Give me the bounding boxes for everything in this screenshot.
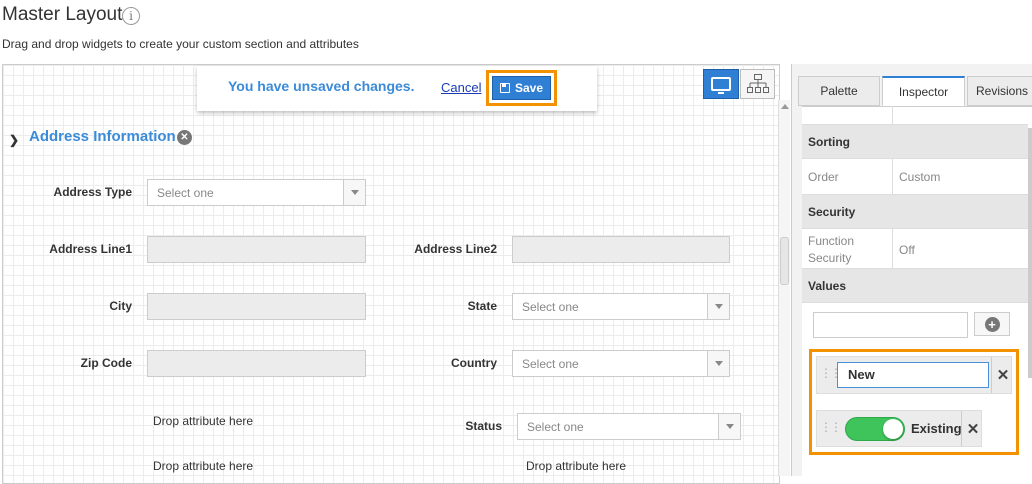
function-security-key-line1: Function: [808, 234, 855, 248]
tab-inspector[interactable]: Inspector: [882, 76, 965, 106]
drop-zone[interactable]: Drop attribute here: [153, 414, 253, 428]
canvas-scrollbar[interactable]: [778, 100, 790, 476]
unsaved-message: You have unsaved changes.: [228, 78, 415, 94]
function-security-row[interactable]: Function Security Off: [802, 229, 1028, 269]
values-highlight: ⋮⋮ New ✕ ⋮⋮ Existing ✕: [809, 349, 1019, 455]
drop-zone[interactable]: Drop attribute here: [153, 459, 253, 473]
save-highlight: Save: [486, 70, 557, 106]
tree-view-button[interactable]: [740, 69, 775, 99]
unsaved-changes-bar: You have unsaved changes. Cancel Save: [197, 66, 597, 111]
scrollbar-thumb[interactable]: [780, 237, 789, 285]
dropdown-caret-icon: [343, 180, 365, 205]
city-label: City: [109, 299, 132, 313]
collapse-chevron-icon[interactable]: ❯: [9, 133, 19, 147]
state-label: State: [467, 299, 497, 313]
add-value-button[interactable]: +: [974, 312, 1010, 336]
zip-code-label: Zip Code: [80, 356, 132, 370]
order-key: Order: [808, 170, 839, 184]
address-type-select[interactable]: Select one: [147, 179, 366, 206]
toggle-knob: [883, 419, 903, 439]
save-label: Save: [514, 81, 544, 95]
remove-value-icon[interactable]: ✕: [961, 420, 985, 438]
tab-revisions[interactable]: Revisions: [967, 76, 1032, 106]
city-input[interactable]: [147, 293, 366, 320]
function-security-key-line2: Security: [808, 251, 852, 265]
scroll-up-arrow-icon[interactable]: [781, 104, 789, 109]
row-divider: [892, 229, 893, 268]
monitor-icon: [711, 77, 731, 94]
sorting-heading: Sorting: [802, 125, 1028, 159]
row-divider: [892, 106, 893, 124]
cancel-link[interactable]: Cancel: [441, 80, 481, 95]
remove-section-icon[interactable]: ✕: [177, 130, 192, 145]
order-row[interactable]: Order Custom: [802, 159, 1028, 195]
values-heading: Values: [802, 269, 1028, 303]
function-security-value[interactable]: Off: [899, 243, 915, 257]
value-label: Existing: [911, 421, 962, 436]
section-title[interactable]: Address Information: [29, 128, 176, 145]
country-label: Country: [451, 356, 497, 370]
panel-scrollbar[interactable]: [1028, 128, 1032, 378]
value-edit-input[interactable]: New: [837, 362, 989, 388]
new-value-input[interactable]: [813, 312, 968, 338]
security-heading: Security: [802, 195, 1028, 229]
status-label: Status: [465, 419, 502, 433]
address-line2-label: Address Line2: [414, 242, 497, 256]
country-placeholder: Select one: [522, 357, 579, 371]
enabled-toggle[interactable]: [845, 417, 905, 441]
row-divider: [892, 159, 893, 194]
address-line1-label: Address Line1: [49, 242, 132, 256]
address-type-label: Address Type: [53, 185, 132, 199]
floppy-disk-icon: [499, 83, 510, 93]
dropdown-caret-icon: [707, 351, 729, 376]
address-type-placeholder: Select one: [157, 186, 214, 200]
dropdown-caret-icon: [718, 414, 740, 439]
desktop-view-button[interactable]: [703, 69, 739, 99]
state-select[interactable]: Select one: [512, 293, 730, 320]
info-icon[interactable]: i: [122, 7, 140, 25]
address-line2-input[interactable]: [512, 236, 730, 263]
page-title: Master Layout: [2, 4, 123, 25]
sitemap-icon: [746, 74, 769, 93]
status-placeholder: Select one: [527, 420, 584, 434]
state-placeholder: Select one: [522, 300, 579, 314]
address-line1-input[interactable]: [147, 236, 366, 263]
page-subtitle: Drag and drop widgets to create your cus…: [2, 37, 359, 51]
plus-icon: +: [984, 316, 1000, 332]
inspector-row-partial: [802, 106, 1028, 125]
country-select[interactable]: Select one: [512, 350, 730, 377]
drop-zone[interactable]: Drop attribute here: [526, 459, 626, 473]
zip-code-input[interactable]: [147, 350, 366, 377]
value-row[interactable]: ⋮⋮ New ✕: [816, 356, 1012, 394]
order-value[interactable]: Custom: [899, 170, 940, 184]
status-select[interactable]: Select one: [517, 413, 741, 440]
value-row[interactable]: ⋮⋮ Existing ✕: [816, 410, 982, 447]
remove-value-icon[interactable]: ✕: [991, 366, 1015, 384]
drag-handle-icon[interactable]: ⋮⋮: [820, 420, 842, 434]
save-button[interactable]: Save: [492, 76, 551, 100]
dropdown-caret-icon: [707, 294, 729, 319]
tab-palette[interactable]: Palette: [798, 76, 880, 106]
